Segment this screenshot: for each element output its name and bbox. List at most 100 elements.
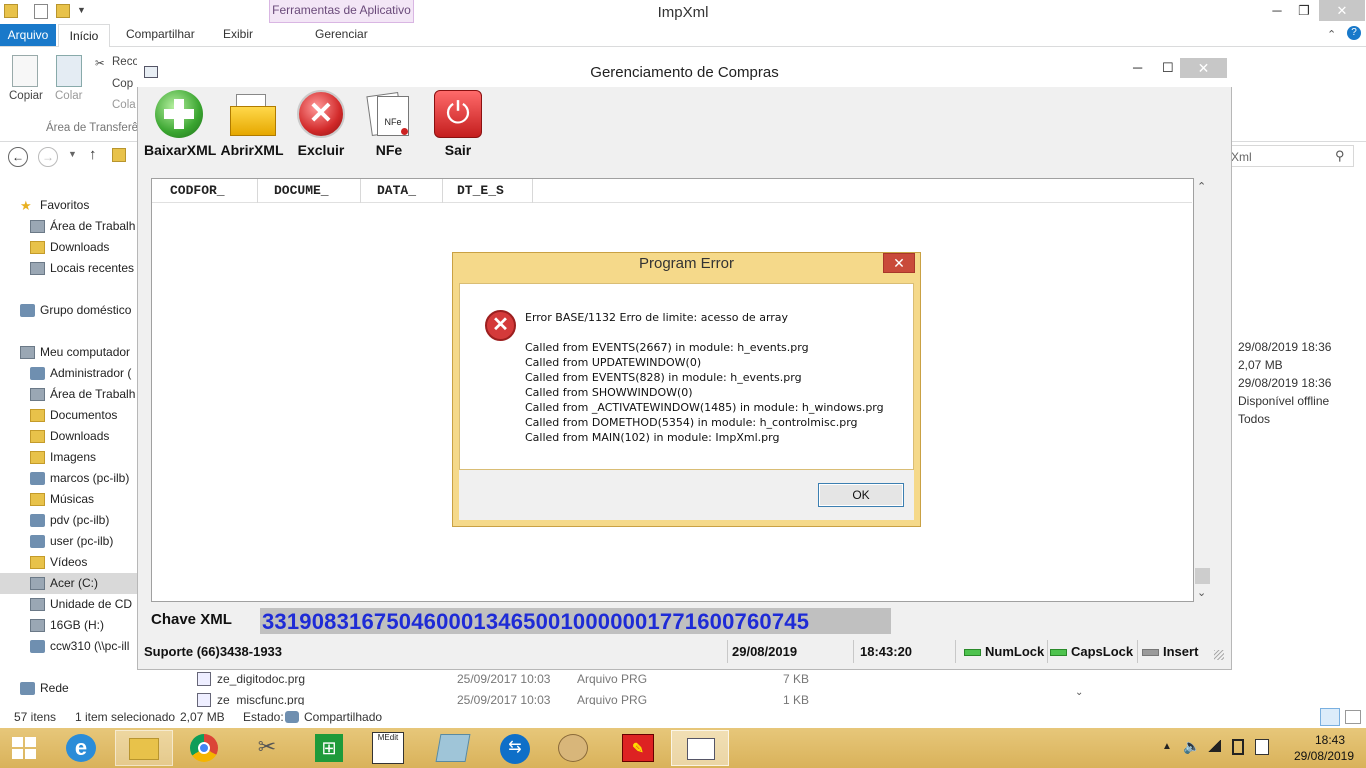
scroll-up-icon[interactable]: ⌃ bbox=[1197, 180, 1206, 193]
paste-shortcut-button[interactable]: Cola bbox=[112, 99, 136, 111]
dialog-close-button[interactable]: ✕ bbox=[883, 253, 915, 273]
homegroup-icon bbox=[20, 304, 35, 318]
nav-item[interactable]: Downloads bbox=[0, 426, 140, 447]
scroll-thumb[interactable] bbox=[1195, 568, 1210, 584]
chrome-icon[interactable] bbox=[190, 734, 218, 762]
toolbar-abrirxml-button[interactable]: AbrirXML bbox=[217, 90, 287, 158]
start-windows-icon[interactable] bbox=[12, 737, 36, 759]
nav-item[interactable]: user (pc-ilb) bbox=[0, 531, 140, 552]
search-placeholder: Xml bbox=[1231, 150, 1252, 164]
paint-icon[interactable] bbox=[558, 734, 588, 762]
column-header[interactable]: CODFOR_ bbox=[170, 183, 225, 203]
scroll-down-icon[interactable]: ⌄ bbox=[1197, 586, 1206, 599]
file-name[interactable]: ze_digitodoc.prg bbox=[217, 672, 305, 686]
search-box[interactable]: Xml ⚲ bbox=[1228, 145, 1354, 167]
nav-item[interactable]: Músicas bbox=[0, 489, 140, 510]
column-header[interactable]: DT_E_S bbox=[457, 183, 504, 203]
scroll-down-icon[interactable]: ⌄ bbox=[1075, 687, 1083, 698]
resize-grip-icon[interactable] bbox=[1214, 650, 1224, 660]
volume-icon[interactable]: 🔈 bbox=[1183, 738, 1200, 755]
file-name[interactable]: ze_miscfunc.prg bbox=[217, 693, 304, 705]
app-icon-red[interactable]: ✎ bbox=[622, 734, 654, 762]
grid-vertical-scrollbar[interactable]: ⌃ ⌄ bbox=[1194, 178, 1211, 602]
nav-item[interactable]: Unidade de CD bbox=[0, 594, 140, 615]
nav-item[interactable]: 16GB (H:) bbox=[0, 615, 140, 636]
app-minimize-button[interactable]: ─ bbox=[1133, 60, 1142, 75]
nav-item[interactable]: Grupo doméstico bbox=[0, 300, 140, 321]
chave-xml-field[interactable]: 3319083167504600013465001000000177160076… bbox=[260, 608, 891, 634]
large-icons-view-icon[interactable] bbox=[1345, 710, 1361, 724]
column-separator[interactable] bbox=[360, 179, 361, 203]
file-size: 7 KB bbox=[783, 672, 810, 686]
nav-item[interactable]: Meu computador bbox=[0, 342, 140, 363]
copy-button[interactable]: Copiar bbox=[9, 90, 43, 102]
tab-inicio[interactable]: Início bbox=[58, 24, 110, 48]
nav-item[interactable]: Imagens bbox=[0, 447, 140, 468]
show-hidden-icons[interactable]: ▲ bbox=[1162, 741, 1172, 752]
file-date: 25/09/2017 10:03 bbox=[457, 693, 551, 705]
clock-date[interactable]: 29/08/2019 bbox=[1286, 749, 1362, 763]
clock-time[interactable]: 18:43 bbox=[1300, 733, 1360, 747]
store-icon[interactable]: ⊞ bbox=[315, 734, 343, 762]
battery-icon[interactable] bbox=[1232, 739, 1244, 755]
internet-explorer-icon[interactable]: e bbox=[66, 734, 96, 762]
nav-item[interactable]: Administrador ( bbox=[0, 363, 140, 384]
column-header[interactable]: DATA_ bbox=[377, 183, 416, 203]
ribbon-collapse-icon[interactable]: ⌃ bbox=[1327, 28, 1336, 41]
column-separator[interactable] bbox=[442, 179, 443, 203]
nav-item-label: Área de Trabalh bbox=[50, 387, 136, 401]
forward-icon[interactable]: → bbox=[38, 147, 58, 167]
nav-item[interactable]: pdv (pc-ilb) bbox=[0, 510, 140, 531]
up-icon[interactable]: ↑ bbox=[89, 146, 97, 163]
nav-item[interactable]: ccw310 (\\pc-ill bbox=[0, 636, 140, 657]
tab-arquivo[interactable]: Arquivo bbox=[0, 24, 56, 46]
state-value: Compartilhado bbox=[304, 710, 383, 724]
ok-button[interactable]: OK bbox=[818, 483, 904, 507]
teamviewer-icon[interactable]: ⇆ bbox=[500, 734, 530, 764]
tab-compartilhar[interactable]: Compartilhar bbox=[126, 27, 195, 41]
close-button[interactable]: ✕ bbox=[1319, 0, 1365, 21]
nav-item[interactable]: Rede bbox=[0, 678, 140, 699]
nav-item-label: pdv (pc-ilb) bbox=[50, 513, 110, 527]
app-close-button[interactable]: ✕ bbox=[1180, 58, 1227, 78]
details-view-icon[interactable] bbox=[1320, 708, 1340, 726]
nav-item[interactable]: Área de Trabalh bbox=[0, 216, 140, 237]
paste-button[interactable]: Colar bbox=[55, 90, 82, 102]
network-signal-icon[interactable] bbox=[1207, 740, 1221, 752]
toolbar-excluir-button[interactable]: ✕ Excluir bbox=[286, 90, 356, 158]
toolbar-nfe-button[interactable]: NFe NFe bbox=[354, 90, 424, 158]
nav-item[interactable]: Downloads bbox=[0, 237, 140, 258]
nav-item[interactable]: marcos (pc-ilb) bbox=[0, 468, 140, 489]
tab-gerenciar[interactable]: Gerenciar bbox=[315, 27, 368, 41]
action-center-icon[interactable] bbox=[1255, 739, 1269, 755]
taskbar-impxml-button[interactable] bbox=[671, 730, 729, 766]
status-support: Suporte (66)3438-1933 bbox=[144, 640, 728, 663]
selected-size: 2,07 MB bbox=[180, 710, 225, 724]
back-icon[interactable]: ← bbox=[8, 147, 28, 167]
cut-button[interactable]: Reco bbox=[112, 56, 139, 68]
nav-item[interactable]: Acer (C:) bbox=[0, 573, 140, 594]
folder-icon bbox=[30, 241, 45, 255]
app-maximize-button[interactable]: ☐ bbox=[1162, 60, 1174, 76]
medit-icon[interactable]: MEdit bbox=[372, 732, 404, 764]
recent-dropdown-icon[interactable]: ▼ bbox=[68, 149, 77, 159]
explorer-titlebar: ▼ ImpXml bbox=[0, 0, 1366, 24]
nav-item[interactable]: Locais recentes bbox=[0, 258, 140, 279]
taskbar-explorer-button[interactable] bbox=[115, 730, 173, 766]
nav-item[interactable]: ★ Favoritos bbox=[0, 195, 140, 216]
paste-icon bbox=[56, 55, 82, 87]
toolbar-sair-button[interactable]: ⏻ Sair bbox=[423, 90, 493, 158]
nav-item[interactable]: Vídeos bbox=[0, 552, 140, 573]
help-icon[interactable]: ? bbox=[1347, 26, 1361, 40]
tab-exibir[interactable]: Exibir bbox=[223, 27, 253, 41]
column-separator[interactable] bbox=[257, 179, 258, 203]
column-header[interactable]: DOCUME_ bbox=[274, 183, 329, 203]
numlock-label: NumLock bbox=[985, 644, 1045, 659]
toolbar-baixarxml-button[interactable]: BaixarXML bbox=[144, 90, 216, 158]
nav-item[interactable]: Área de Trabalh bbox=[0, 384, 140, 405]
nav-item[interactable]: Documentos bbox=[0, 405, 140, 426]
column-separator[interactable] bbox=[532, 179, 533, 203]
copy-path-button[interactable]: Cop bbox=[112, 78, 133, 90]
snipping-tool-icon[interactable]: ✂ bbox=[252, 734, 282, 762]
notepad-icon[interactable] bbox=[435, 734, 471, 762]
